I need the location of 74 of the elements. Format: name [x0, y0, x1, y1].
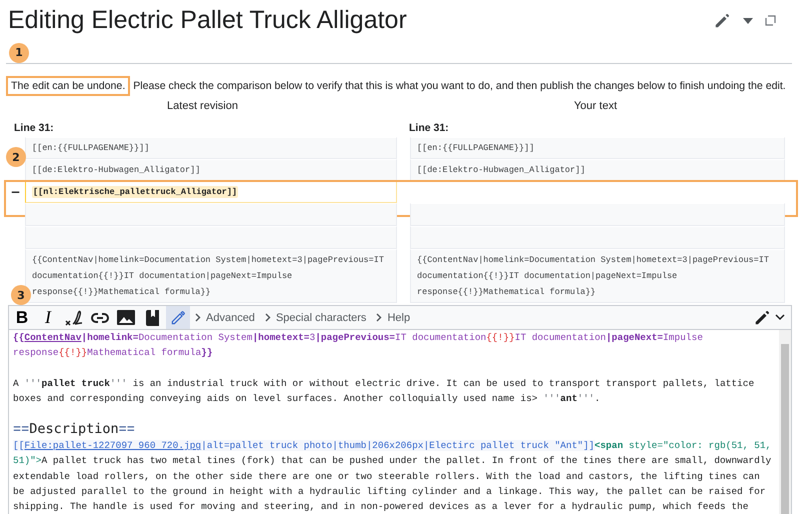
link-markup: [[	[13, 440, 24, 452]
bold-markup: '''	[110, 378, 128, 389]
toolbar-section-tab[interactable]: Help	[372, 306, 416, 329]
template-name[interactable]: ContentNav	[24, 332, 82, 343]
chevron-icon	[376, 313, 382, 322]
intro-text: Please check the comparison below to verify that this is what you want to do, and then publish the changes below to finish undoing the edit.	[132, 80, 786, 92]
column-heading: Latest revision	[166, 99, 239, 114]
wikitext: boxes and corresponding conveying aids on level surfaces. Another colloquially used name is>	[13, 393, 538, 404]
wikitext: extendable load rollers, on the other side there are one or two steerable rollers. With the load and castors, the lifting tines can	[13, 470, 760, 482]
template-syntax: {{	[13, 332, 24, 343]
wikitext: .	[594, 393, 600, 404]
callout-number: 3	[11, 285, 31, 305]
bold-wikitext: ant	[560, 393, 578, 404]
template-parameter: homelink=	[87, 332, 138, 343]
template-symbol: {{!}}	[58, 347, 88, 358]
parameter-value: 3	[309, 332, 316, 343]
template-syntax: |	[606, 332, 612, 343]
bold-button[interactable]: B	[10, 306, 34, 329]
template-symbol: {{!}}	[486, 332, 515, 343]
callout-number: 2	[6, 147, 26, 167]
wikitext: be adjusted parallel to the ground in height with a hydraulic lifting cylinder and a linkage. This way, the pallet can be raised for	[13, 486, 766, 497]
bookmark-icon	[146, 310, 158, 326]
page-title: Editing Electric Pallet Truck Alligator	[7, 6, 408, 35]
line-number: Line 31:	[13, 121, 55, 136]
bold-markup: '''	[543, 393, 560, 404]
link-icon	[91, 312, 109, 324]
toolbar-section-tab[interactable]: Special characters	[260, 306, 372, 329]
html-attribute: style="color: rgb(51, 51,	[628, 440, 772, 452]
expand-icon[interactable]	[765, 15, 776, 26]
italic-button[interactable]: I	[36, 306, 60, 329]
highlighted-text: The edit can be undone.	[6, 76, 130, 96]
template-parameter: pageNext=	[612, 332, 663, 343]
bold-markup: '''	[24, 378, 42, 389]
caret-icon	[775, 314, 785, 321]
chevron-icon	[264, 313, 271, 322]
wikitext: A pallet truck has two metal tines (fork) that can be pushed under the pallet. In front of the tines there are small, downwardly	[42, 455, 772, 466]
signature-icon	[65, 310, 83, 326]
template-parameter: hometext=	[258, 332, 310, 343]
parameter-value: Documentation System	[138, 332, 252, 343]
template-syntax: |	[81, 332, 88, 343]
parameter-value: response	[13, 347, 59, 358]
parameter-value: IT documentation	[514, 332, 606, 343]
html-attribute: 51)">	[13, 455, 42, 466]
heading-markup: ==	[118, 422, 135, 438]
bold-wikitext: pallet truck	[42, 378, 110, 389]
bold-markup: '''	[577, 393, 595, 404]
scrollbar[interactable]	[779, 330, 791, 514]
chevron-icon	[195, 313, 201, 322]
wikitext: A	[13, 378, 20, 389]
wikitext: is an industrial truck with or without electric drive. It can be used to transport transport pallets, lattice	[132, 378, 754, 389]
template-syntax: |	[315, 332, 321, 343]
template-syntax: }}	[201, 347, 213, 358]
heading-text: Description	[29, 420, 119, 437]
file-link[interactable]: File:pallet-1227097 960 720.jpg	[24, 440, 202, 452]
line-number: Line 31:	[408, 121, 450, 136]
parameter-value: Impulse	[662, 332, 703, 343]
column-heading: Your text	[572, 99, 618, 114]
link-markup: |alt=pallet truck photo|thumb|206x206px|Electirc pallet truck "Ant"]]	[201, 440, 595, 452]
deleted-marker: −	[10, 185, 21, 199]
image-icon	[117, 310, 135, 325]
parameter-value: IT documentation	[395, 332, 486, 343]
heading-markup: ==	[13, 422, 30, 438]
pencil-icon[interactable]	[713, 12, 731, 30]
pencil-button[interactable]	[166, 306, 190, 329]
template-syntax: |	[252, 332, 258, 343]
callout-number: 1	[9, 42, 29, 62]
toolbar-section-tab[interactable]: Advanced	[191, 306, 261, 329]
template-parameter: pagePrevious=	[320, 332, 396, 343]
wikitext: shipping. The handle is used for moving and steering, and in non-powered devices as a lever for a hydraulic pump, which feeds the	[13, 501, 748, 512]
pencil-icon	[170, 310, 186, 326]
pencil-icon	[753, 308, 771, 326]
parameter-value: Mathematical formula	[87, 347, 202, 358]
caret-icon[interactable]	[743, 18, 753, 24]
html-tag: <span	[594, 440, 624, 452]
